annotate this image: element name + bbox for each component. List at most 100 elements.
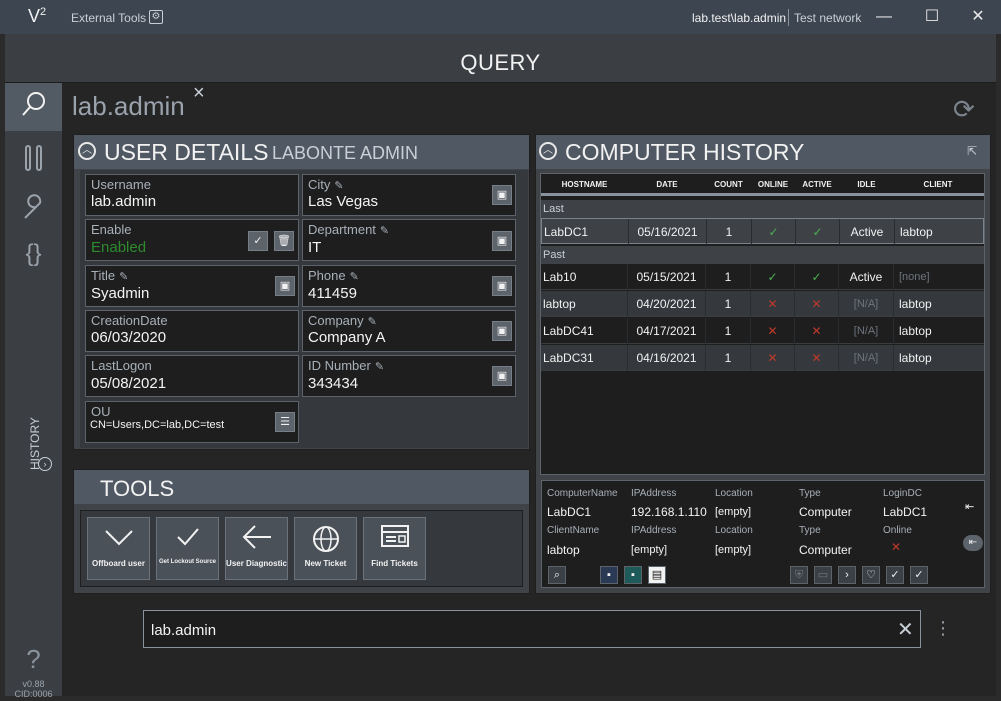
client-cell: labtop [899,324,932,338]
client-connect-button[interactable]: ⇤ [963,535,983,551]
search-computer-button[interactable]: ⌕ [548,566,566,584]
type-value: Computer [799,505,852,519]
tools-icon [24,145,42,171]
table-row[interactable]: LabDC31 04/16/2021 1 ✕ ✕ [N/A] labtop [541,345,984,371]
column-header[interactable]: IDLE [839,180,894,189]
client-type-label: Type [799,525,821,536]
ou-value: CN=Users,DC=lab,DC=test [90,419,225,431]
column-header[interactable]: DATE [628,180,706,189]
search-input-value: lab.admin [151,622,217,639]
city-value: Las Vegas [308,193,379,210]
network-name: Test network [794,11,862,25]
find-tickets-button[interactable]: Find Tickets [363,517,426,580]
delete-button[interactable]: 🗑 [274,231,294,251]
hostname-cell: LabDC1 [544,219,629,245]
client-cell: labtop [900,225,933,239]
remote-assist-button[interactable]: ▪ [600,566,618,584]
version-info: v0.88 CID:0006 [14,679,53,699]
column-header[interactable]: CLIENT [894,180,982,189]
notes-button[interactable]: ▤ [648,566,666,584]
save-button[interactable]: ▣ [492,231,512,251]
user-diagnostic-button[interactable]: User Diagnostic [225,517,288,580]
collapse-icon[interactable]: ︿ [539,142,557,160]
remote-connect-icon[interactable]: ⇤ [965,500,974,513]
edit-icon[interactable]: ✎ [368,316,377,328]
save-button[interactable]: ▣ [492,321,512,341]
table-row[interactable]: labtop 04/20/2021 1 ✕ ✕ [N/A] labtop [541,291,984,317]
clear-search-button[interactable]: ✕ [897,617,914,642]
sidebar-item-settings[interactable] [5,194,62,229]
edit-icon[interactable]: ✎ [380,225,389,237]
console-button[interactable]: ▪ [624,566,642,584]
enable-confirm-button[interactable]: ✓ [248,231,268,251]
ou-list-button[interactable]: ☰ [275,412,295,432]
sidebar-item-tools[interactable] [5,143,62,180]
new-ticket-button[interactable]: New Ticket [294,517,357,580]
refresh-icon[interactable]: ⟳ [953,94,975,125]
title-label: Title ✎ [91,268,129,283]
check-icon [157,524,218,555]
save-button[interactable]: ▣ [275,276,295,296]
edit-icon[interactable]: ✎ [334,180,343,192]
save-button[interactable]: ▣ [492,276,512,296]
pop-out-icon[interactable]: ⇱ [967,144,977,158]
save-icon: ▣ [496,325,508,337]
gear-icon[interactable]: ⚙ [149,10,163,24]
braces-icon: {} [25,240,42,267]
column-header[interactable]: ONLINE [751,180,795,189]
minimize-button[interactable]: — [873,6,895,28]
table-row[interactable]: Lab10 05/15/2021 1 ✓ ✓ Active [none] [541,264,984,290]
column-header[interactable]: ACTIVE [795,180,839,189]
confirm-all-button[interactable]: ✓ [910,566,928,584]
offboard-user-button[interactable]: Offboard user [87,517,150,580]
online-cross-icon: ✕ [751,345,795,371]
save-icon: ▣ [496,280,508,292]
column-header[interactable]: HOSTNAME [541,180,628,189]
close-query-button[interactable]: × [193,82,205,105]
message-button[interactable]: ▭ [814,566,832,584]
computer-name-value: LabDC1 [547,505,592,519]
table-row[interactable]: LabDC1 05/16/2021 1 ✓ ✓ Active labtop [541,218,984,245]
get-lockout-source-button[interactable]: Get Lockout Source [156,517,219,580]
edit-icon[interactable]: ✎ [119,271,128,283]
enable-status: Enabled [91,239,147,256]
date-cell: 04/16/2021 [628,345,706,371]
save-button[interactable]: ▣ [492,366,512,386]
search-input[interactable] [143,610,921,648]
idle-cell: [N/A] [839,291,894,317]
more-options-icon[interactable]: ⋮ [934,618,952,639]
favorite-button[interactable]: ♡ [862,566,880,584]
security-button[interactable]: ⛨ [790,566,808,584]
column-header[interactable]: COUNT [706,180,751,189]
save-button[interactable]: ▣ [492,185,512,205]
user-details-title: USER DETAILS [104,139,269,165]
external-tools-menu[interactable]: External Tools [71,11,146,25]
edit-icon[interactable]: ✎ [350,271,359,283]
save-icon: ▣ [496,235,508,247]
table-row[interactable]: LabDC41 04/17/2021 1 ✕ ✕ [N/A] labtop [541,318,984,344]
search-icon [5,90,62,125]
date-cell: 04/20/2021 [628,291,706,317]
collapse-icon[interactable]: ︿ [78,142,96,160]
location-label: Location [715,488,753,499]
next-button[interactable]: › [838,566,856,584]
history-tab[interactable]: HISTORY [28,417,42,470]
hostname-cell: LabDC41 [543,318,628,344]
close-window-button[interactable]: ✕ [967,6,989,28]
online-label: Online [883,525,912,536]
sidebar-item-scripts[interactable]: {} [5,240,62,268]
online-cross-icon: ✕ [751,291,795,317]
maximize-button[interactable]: ☐ [921,6,943,28]
search-icon: ⌕ [553,569,561,581]
department-label: Department ✎ [308,222,390,237]
help-icon[interactable]: ? [5,644,62,675]
client-ip-value: [empty] [631,544,668,556]
confirm-button[interactable]: ✓ [886,566,904,584]
remote-assist-icon: ▪ [607,569,611,581]
hostname-cell: labtop [543,291,628,317]
page-title: QUERY [460,50,541,75]
edit-icon[interactable]: ✎ [375,361,384,373]
count-cell: 1 [706,291,751,317]
date-cell: 04/17/2021 [628,318,706,344]
client-name-value: labtop [547,543,580,557]
